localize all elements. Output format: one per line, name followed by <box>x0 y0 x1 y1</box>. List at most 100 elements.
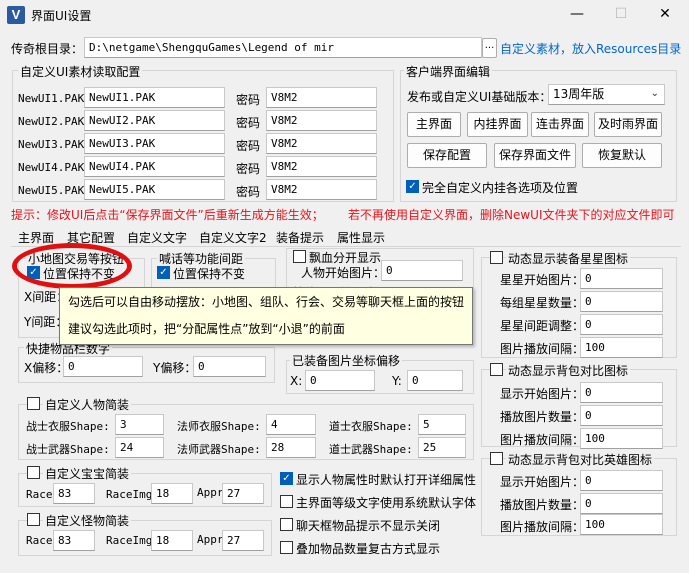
pak-input-2[interactable]: NewUI2.PAK <box>84 110 225 131</box>
stack-old-checkbox[interactable] <box>280 541 293 554</box>
taoist-cloth-input[interactable]: 5 <box>418 414 466 435</box>
tab-custom-text-2[interactable]: 自定义文字2 <box>199 229 267 246</box>
bag-input-1[interactable]: 0 <box>580 382 663 403</box>
window-title: 界面UI设置 <box>31 9 92 23</box>
char-start-img-input[interactable]: 0 <box>381 260 463 281</box>
pet-raceimg-input[interactable]: 18 <box>151 483 193 504</box>
star-input-1[interactable]: 0 <box>580 268 663 289</box>
password-input-4[interactable]: V8M2 <box>266 156 377 177</box>
hero-input-2[interactable]: 0 <box>580 493 663 514</box>
y-offset-input[interactable]: 0 <box>193 356 266 377</box>
pet-race-label: Race <box>26 488 53 501</box>
root-path-input[interactable]: D:\netgame\ShengquGames\Legend of mir <box>84 37 482 58</box>
password-label-2: 密码 <box>236 116 261 130</box>
y-pos-input[interactable]: 0 <box>407 370 463 391</box>
full-custom-checkbox[interactable]: ✓ <box>406 180 419 193</box>
password-label-5: 密码 <box>236 185 261 199</box>
x-offset-label: X偏移： <box>24 361 69 375</box>
star-input-4[interactable]: 100 <box>580 337 663 358</box>
bag-input-3[interactable]: 100 <box>580 428 663 449</box>
chat-no-close-checkbox[interactable] <box>280 518 293 531</box>
highlight-circle <box>12 243 132 289</box>
minimize-button[interactable]: — <box>554 0 600 30</box>
save-ui-file-button[interactable]: 保存界面文件 <box>494 143 576 168</box>
restore-default-button[interactable]: 恢复默认 <box>582 143 662 168</box>
hero-checkbox[interactable] <box>490 452 503 465</box>
pet-equip-label: 自定义宝宝简装 <box>43 465 132 482</box>
tooltip-line-2: 建议勾选此项时，把“分配属性点”放到“小退”的前面 <box>68 322 345 336</box>
password-input-1[interactable]: V8M2 <box>266 87 377 108</box>
password-input-5[interactable]: V8M2 <box>266 179 377 200</box>
pak-input-5[interactable]: NewUI5.PAK <box>84 179 225 200</box>
bag-checkbox[interactable] <box>490 363 503 376</box>
char-start-img-label: 人物开始图片： <box>301 266 386 280</box>
tab-main[interactable]: 主界面 <box>18 229 54 246</box>
combo-ui-button[interactable]: 连击界面 <box>531 112 589 137</box>
warrior-cloth-label: 战士衣服Shape: <box>26 420 110 433</box>
star-label-4: 图片播放间隔： <box>500 342 585 356</box>
monster-race-label: Race <box>26 534 53 547</box>
shout-keep-pos-label: 位置保持不变 <box>173 267 246 281</box>
password-input-3[interactable]: V8M2 <box>266 133 377 154</box>
show-detail-checkbox[interactable]: ✓ <box>280 472 293 485</box>
version-select-value: 13周年版 <box>553 87 605 101</box>
mage-cloth-input[interactable]: 4 <box>266 414 316 435</box>
hint-suffix: 若不再使用自定义界面，删除NewUI文件夹下的对应文件即可 <box>348 208 675 222</box>
star-checkbox[interactable] <box>490 251 503 264</box>
stack-old-label: 叠加物品数量复古方式显示 <box>296 542 441 556</box>
chat-no-close-label: 聊天框物品提示不显示关闭 <box>296 519 441 533</box>
password-input-2[interactable]: V8M2 <box>266 110 377 131</box>
star-title: 动态显示装备星星图标 <box>506 250 631 267</box>
sys-font-checkbox[interactable] <box>280 495 293 508</box>
maximize-button: ☐ <box>614 6 628 22</box>
chevron-down-icon: ⌄ <box>650 88 659 99</box>
pak-input-1[interactable]: NewUI1.PAK <box>84 87 225 108</box>
monster-appr-input[interactable]: 27 <box>222 530 264 551</box>
warrior-weapon-label: 战士武器Shape: <box>26 443 110 456</box>
custom-ui-title: 自定义UI素材读取配置 <box>18 63 143 80</box>
pet-race-input[interactable]: 83 <box>53 483 95 504</box>
hero-input-3[interactable]: 100 <box>580 514 663 535</box>
save-config-button[interactable]: 保存配置 <box>407 143 487 168</box>
monster-race-input[interactable]: 83 <box>53 530 95 551</box>
bag-label-1: 显示开始图片： <box>500 387 585 401</box>
hero-input-1[interactable]: 0 <box>580 470 663 491</box>
resources-link[interactable]: 自定义素材，放入Resources目录 <box>500 40 681 57</box>
bag-input-2[interactable]: 0 <box>580 405 663 426</box>
close-button[interactable]: ✕ <box>642 0 688 30</box>
tab-equip-tip[interactable]: 装备提示 <box>276 229 324 246</box>
monster-raceimg-input[interactable]: 18 <box>151 530 193 551</box>
taoist-cloth-label: 道士衣服Shape: <box>329 420 413 433</box>
pak-label-3: NewUI3.PAK <box>18 138 85 151</box>
bag-label-3: 图片播放间隔： <box>500 433 585 447</box>
float-split-checkbox[interactable] <box>293 250 306 263</box>
pet-appr-label: Appr <box>197 486 224 499</box>
tab-attr-display[interactable]: 属性显示 <box>337 229 385 246</box>
star-input-3[interactable]: 0 <box>580 314 663 335</box>
warrior-weapon-input[interactable]: 24 <box>115 437 164 458</box>
char-equip-checkbox[interactable] <box>27 397 40 410</box>
star-input-2[interactable]: 0 <box>580 291 663 312</box>
shout-keep-pos-checkbox[interactable]: ✓ <box>157 266 170 279</box>
client-title: 客户端界面编辑 <box>404 63 493 80</box>
tooltip: 勾选后可以自由移动摆放：小地图、组队、行会、交易等聊天框上面的按钮 建议勾选此项… <box>59 287 473 345</box>
sys-font-label: 主界面等级文字使用系统默认字体 <box>296 496 477 510</box>
tab-custom-text[interactable]: 自定义文字 <box>127 229 187 246</box>
pak-input-4[interactable]: NewUI4.PAK <box>84 156 225 177</box>
hang-ui-button[interactable]: 内挂界面 <box>467 112 528 137</box>
pet-appr-input[interactable]: 27 <box>222 483 264 504</box>
monster-equip-checkbox[interactable] <box>27 513 40 526</box>
mage-weapon-input[interactable]: 28 <box>266 437 316 458</box>
x-pos-input[interactable]: 0 <box>305 370 375 391</box>
rain-ui-button[interactable]: 及时雨界面 <box>594 112 662 137</box>
version-select[interactable]: 13周年版 ⌄ <box>548 84 665 105</box>
show-detail-label: 显示人物属性时默认打开详细属性 <box>296 473 477 487</box>
pak-input-3[interactable]: NewUI3.PAK <box>84 133 225 154</box>
browse-button[interactable]: ... <box>482 38 497 58</box>
main-ui-button[interactable]: 主界面 <box>407 112 461 137</box>
taoist-weapon-label: 道士武器Shape: <box>329 443 413 456</box>
warrior-cloth-input[interactable]: 3 <box>115 414 164 435</box>
taoist-weapon-input[interactable]: 25 <box>418 437 466 458</box>
pet-equip-checkbox[interactable] <box>27 466 40 479</box>
x-offset-input[interactable]: 0 <box>63 356 143 377</box>
